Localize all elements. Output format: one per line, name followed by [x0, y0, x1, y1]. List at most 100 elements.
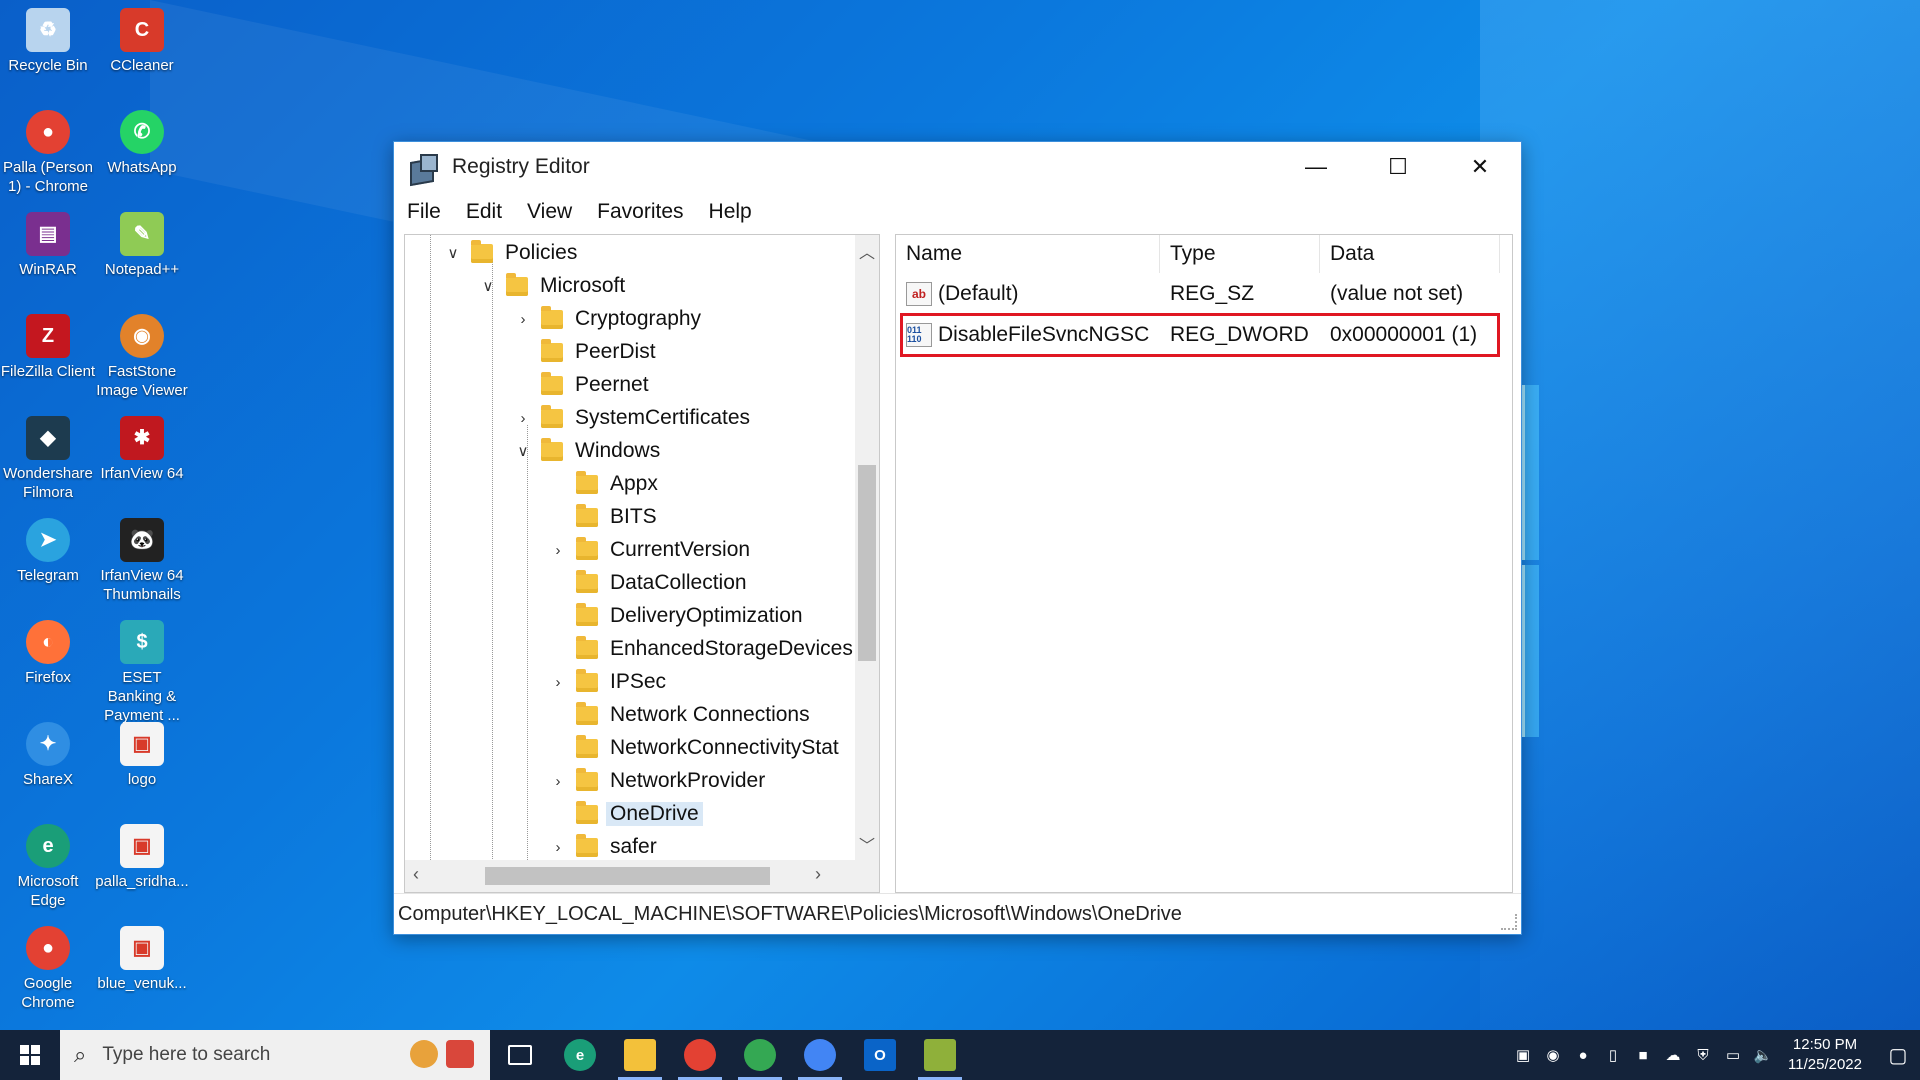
security-shield-icon[interactable]: ⛨	[1688, 1030, 1718, 1080]
tree-node-onedrive[interactable]: OneDrive	[548, 798, 703, 830]
collapse-chevron-icon[interactable]: ∨	[478, 277, 498, 295]
menu-file[interactable]: File	[407, 200, 441, 224]
minimize-button[interactable]: —	[1275, 142, 1357, 192]
tree-node-enhancedstoragedevices[interactable]: EnhancedStorageDevices	[548, 633, 853, 665]
nvidia-icon[interactable]: ■	[1628, 1030, 1658, 1080]
expand-chevron-icon[interactable]: ›	[548, 839, 568, 856]
desktop-icon-filezilla[interactable]: Z FileZilla Client	[0, 314, 96, 381]
scrollbar-thumb[interactable]	[858, 465, 876, 661]
desktop-icon-sharex[interactable]: ✦ ShareX	[0, 722, 96, 789]
desktop-icon-irfanview[interactable]: ✱ IrfanView 64	[94, 416, 190, 483]
maximize-button[interactable]: ☐	[1357, 142, 1439, 192]
desktop-icon-telegram[interactable]: ➤ Telegram	[0, 518, 96, 585]
taskbar-chrome-1[interactable]	[670, 1030, 730, 1080]
desktop-icon-google-chrome[interactable]: ● Google Chrome	[0, 926, 96, 1012]
notification-center-icon[interactable]: ▢	[1876, 1030, 1920, 1080]
tree-node-datacollection[interactable]: DataCollection	[548, 567, 747, 599]
taskbar-file-explorer[interactable]	[610, 1030, 670, 1080]
expand-chevron-icon[interactable]: ›	[548, 542, 568, 559]
expand-chevron-icon[interactable]: ›	[513, 311, 533, 328]
tree-vertical-scrollbar[interactable]: ︿ ﹀	[855, 235, 879, 860]
desktop-icon-faststone[interactable]: ◉ FastStone Image Viewer	[94, 314, 190, 400]
chrome-icon	[804, 1039, 836, 1071]
column-header-name[interactable]: Name	[896, 235, 1160, 273]
tree-node-safer[interactable]: › safer	[548, 831, 657, 860]
column-header-type[interactable]: Type	[1160, 235, 1320, 273]
tree-node-currentversion[interactable]: › CurrentVersion	[548, 534, 750, 566]
desktop-icon-recycle-bin[interactable]: ♻ Recycle Bin	[0, 8, 96, 75]
tree-node-networkprovider[interactable]: › NetworkProvider	[548, 765, 765, 797]
taskbar-registry-editor[interactable]	[910, 1030, 970, 1080]
tree-guide-line	[430, 235, 431, 860]
desktop-icon-eset[interactable]: $ ESET Banking & Payment ...	[94, 620, 190, 725]
onedrive-icon[interactable]: ☁	[1658, 1030, 1688, 1080]
tree-node-deliveryoptimization[interactable]: DeliveryOptimization	[548, 600, 803, 632]
start-button[interactable]	[0, 1030, 60, 1080]
collapse-chevron-icon[interactable]: ∨	[443, 244, 463, 262]
scrollbar-thumb[interactable]	[485, 867, 770, 885]
folder-icon	[471, 239, 493, 263]
desktop-icon-filmora[interactable]: ◆ Wondershare Filmora	[0, 416, 96, 502]
scroll-right-icon[interactable]: ›	[815, 864, 821, 885]
tree-node-label: Network Connections	[610, 703, 810, 726]
expand-chevron-icon[interactable]: ›	[548, 674, 568, 691]
tree-node-cryptography[interactable]: › Cryptography	[513, 303, 701, 335]
expand-chevron-icon[interactable]: ›	[548, 773, 568, 790]
close-button[interactable]: ✕	[1439, 142, 1521, 192]
registry-editor-window[interactable]: Registry Editor — ☐ ✕ File Edit View Fav…	[393, 141, 1522, 935]
tree-node-ipsec[interactable]: › IPSec	[548, 666, 666, 698]
eset-tray-icon[interactable]: ●	[1568, 1030, 1598, 1080]
network-icon[interactable]: ▭	[1718, 1030, 1748, 1080]
menu-edit[interactable]: Edit	[466, 200, 502, 224]
menu-favorites[interactable]: Favorites	[597, 200, 683, 224]
outlook-tray-icon[interactable]: ▣	[1508, 1030, 1538, 1080]
values-list-pane[interactable]: Name Type Data ab (Default) REG_SZ (valu…	[895, 234, 1513, 893]
tree-horizontal-scrollbar[interactable]: ‹ ›	[405, 860, 855, 892]
taskbar-search-box[interactable]: ⌕ Type here to search	[60, 1030, 490, 1080]
tree-node-microsoft[interactable]: ∨ Microsoft	[478, 270, 625, 302]
scroll-up-icon[interactable]: ︿	[855, 239, 879, 263]
taskbar-clock[interactable]: 12:50 PM 11/25/2022	[1788, 1035, 1862, 1075]
desktop-icon-logo-file[interactable]: ▣ logo	[94, 722, 190, 789]
tree-node-peerdist[interactable]: PeerDist	[513, 336, 656, 368]
desktop-icon-palla-file[interactable]: ▣ palla_sridha...	[94, 824, 190, 891]
tree-node-systemcertificates[interactable]: › SystemCertificates	[513, 402, 750, 434]
desktop-icon-winrar[interactable]: ▤ WinRAR	[0, 212, 96, 279]
value-row-default[interactable]: ab (Default) REG_SZ (value not set)	[898, 277, 1500, 311]
folder-icon	[624, 1039, 656, 1071]
task-view-button[interactable]	[490, 1030, 550, 1080]
tree-node-network-connections[interactable]: Network Connections	[548, 699, 810, 731]
chrome-tray-icon[interactable]: ◉	[1538, 1030, 1568, 1080]
desktop-icon-irfanview-thumbnails[interactable]: 🐼 IrfanView 64 Thumbnails	[94, 518, 190, 604]
column-header-data[interactable]: Data	[1320, 235, 1500, 273]
tree-node-peernet[interactable]: Peernet	[513, 369, 649, 401]
menu-view[interactable]: View	[527, 200, 572, 224]
taskbar-edge[interactable]: e	[550, 1030, 610, 1080]
menu-help[interactable]: Help	[709, 200, 752, 224]
tree-node-windows[interactable]: ∨ Windows	[513, 435, 660, 467]
expand-chevron-icon[interactable]: ›	[513, 410, 533, 427]
usb-icon[interactable]: ▯	[1598, 1030, 1628, 1080]
tree-node-networkconnectivitystat[interactable]: NetworkConnectivityStat	[548, 732, 839, 764]
collapse-chevron-icon[interactable]: ∨	[513, 442, 533, 460]
desktop-icon-edge[interactable]: e Microsoft Edge	[0, 824, 96, 910]
resize-grip-icon[interactable]	[1501, 914, 1517, 930]
title-bar[interactable]: Registry Editor — ☐ ✕	[394, 142, 1521, 192]
desktop-icon-firefox[interactable]: ◐ Firefox	[0, 620, 96, 687]
volume-icon[interactable]: 🔈	[1748, 1030, 1778, 1080]
desktop-icon-blue-file[interactable]: ▣ blue_venuk...	[94, 926, 190, 993]
folder-icon	[576, 833, 598, 857]
scroll-down-icon[interactable]: ﹀	[855, 832, 879, 856]
tree-node-policies[interactable]: ∨ Policies	[443, 237, 577, 269]
tree-node-appx[interactable]: Appx	[548, 468, 658, 500]
scroll-left-icon[interactable]: ‹	[413, 864, 419, 885]
desktop-icon-notepadpp[interactable]: ✎ Notepad++	[94, 212, 190, 279]
desktop-icon-whatsapp[interactable]: ✆ WhatsApp	[94, 110, 190, 177]
key-tree-pane[interactable]: ∨ Policies ∨ Microsoft › Cryptography Pe…	[404, 234, 880, 893]
taskbar-outlook[interactable]: O	[850, 1030, 910, 1080]
desktop-icon-chrome-profile[interactable]: ● Palla (Person 1) - Chrome	[0, 110, 96, 196]
taskbar-chrome-3[interactable]	[790, 1030, 850, 1080]
taskbar-chrome-2[interactable]	[730, 1030, 790, 1080]
desktop-icon-ccleaner[interactable]: C CCleaner	[94, 8, 190, 75]
tree-node-bits[interactable]: BITS	[548, 501, 657, 533]
